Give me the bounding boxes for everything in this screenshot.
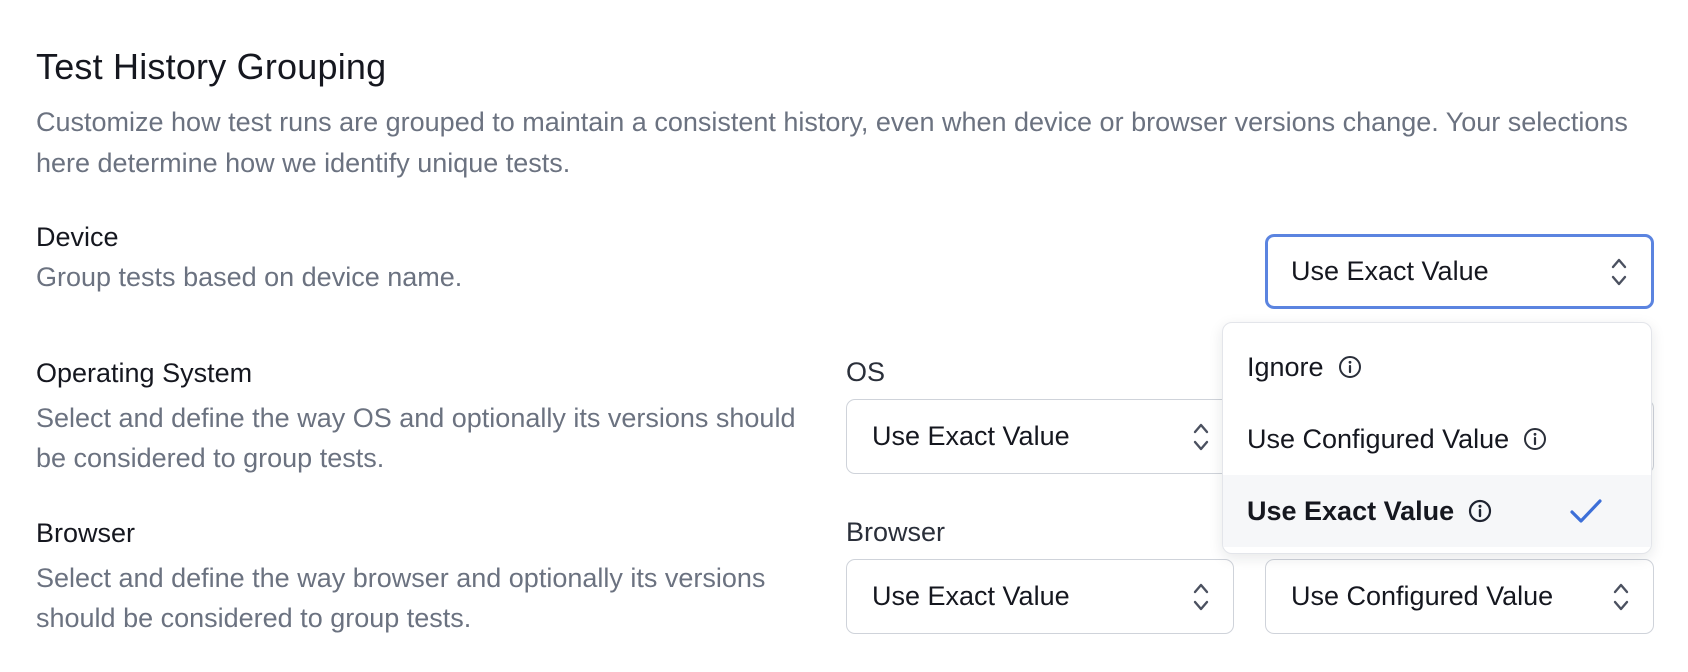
- os-select[interactable]: Use Exact Value: [846, 399, 1234, 474]
- option-label: Use Configured Value: [1247, 423, 1510, 454]
- info-circle-icon[interactable]: [1468, 499, 1492, 523]
- info-circle-icon[interactable]: [1338, 355, 1362, 379]
- os-select-value: Use Exact Value: [872, 421, 1070, 451]
- os-help: Select and define the way OS and optiona…: [36, 403, 796, 473]
- device-dropdown-menu: Ignore Use Configured Value Use Exact Va…: [1222, 322, 1652, 554]
- device-select[interactable]: Use Exact Value: [1265, 234, 1654, 309]
- check-icon: [1570, 499, 1602, 523]
- option-label: Use Exact Value: [1247, 495, 1455, 526]
- dropdown-option-use-configured-value[interactable]: Use Configured Value: [1223, 403, 1651, 475]
- page-title: Test History Grouping: [36, 46, 387, 87]
- os-field-label: OS: [846, 357, 886, 387]
- info-circle-icon[interactable]: [1523, 427, 1547, 451]
- browser-version-select[interactable]: Use Configured Value: [1265, 559, 1654, 634]
- os-label: Operating System: [36, 358, 253, 388]
- browser-field-label: Browser: [846, 517, 946, 547]
- dropdown-option-use-exact-value[interactable]: Use Exact Value: [1223, 475, 1651, 547]
- browser-select[interactable]: Use Exact Value: [846, 559, 1234, 634]
- chevron-up-down-icon: [1611, 258, 1627, 285]
- chevron-up-down-icon: [1193, 583, 1209, 610]
- browser-select-value: Use Exact Value: [872, 581, 1070, 611]
- option-label: Ignore: [1247, 351, 1324, 382]
- chevron-up-down-icon: [1613, 583, 1629, 610]
- device-help: Group tests based on device name.: [36, 262, 463, 292]
- device-select-value: Use Exact Value: [1291, 256, 1489, 286]
- device-label: Device: [36, 222, 119, 252]
- section-description: Customize how test runs are grouped to m…: [36, 107, 1628, 178]
- browser-label: Browser: [36, 518, 136, 548]
- browser-version-select-value: Use Configured Value: [1291, 581, 1554, 611]
- chevron-up-down-icon: [1193, 423, 1209, 450]
- browser-help: Select and define the way browser and op…: [36, 563, 766, 633]
- dropdown-option-ignore[interactable]: Ignore: [1223, 331, 1651, 403]
